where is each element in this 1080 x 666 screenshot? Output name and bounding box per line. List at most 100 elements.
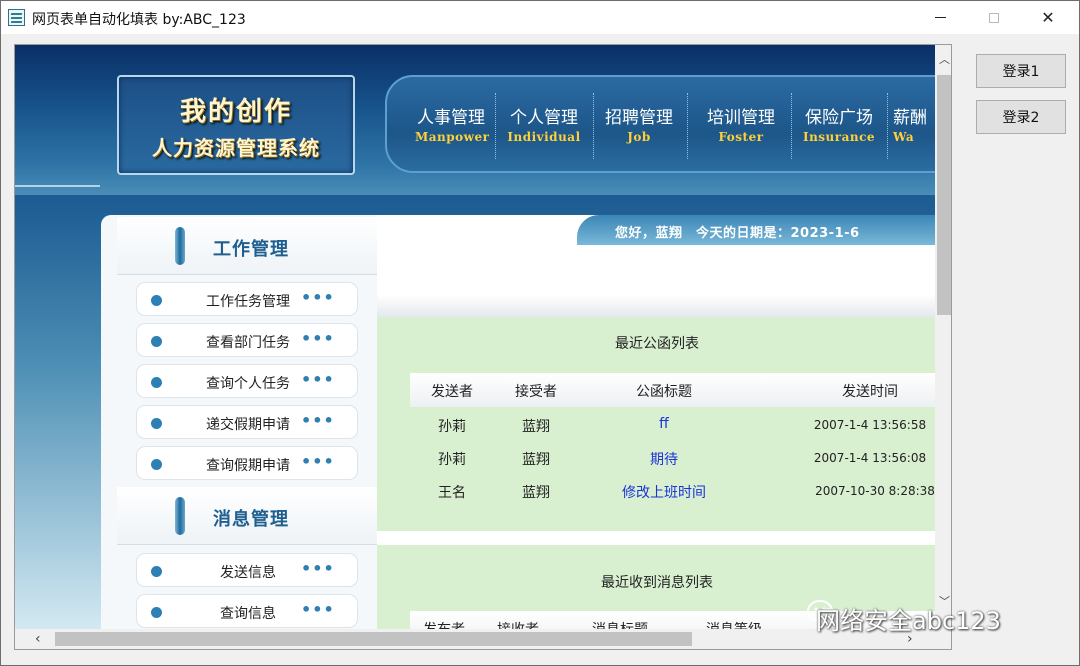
time-cell: 2007-1-4 13:56:08 (813, 451, 927, 465)
nav-label: 招聘管理 (605, 108, 673, 128)
login1-button[interactable]: 登录1 (976, 54, 1066, 88)
scroll-up-icon[interactable]: ︿ (939, 51, 950, 67)
nav-salary[interactable]: 薪酬 Wa (893, 103, 935, 144)
web-browser-view[interactable]: 我的创作 人力资源管理系统 人事管理 Manpower 个人管理 Individ… (14, 44, 952, 650)
nav-job[interactable]: 招聘管理 Job (599, 103, 679, 144)
system-logo: 我的创作 人力资源管理系统 (117, 75, 355, 175)
app-icon (8, 9, 25, 26)
sender-cell: 孙莉 (438, 419, 466, 435)
nav-sublabel: Manpower (415, 130, 490, 144)
sidebar-section-message: 消息管理 (117, 487, 377, 545)
column-header: 消息等级 (694, 619, 774, 629)
section-marker-icon (175, 227, 185, 265)
nav-insurance[interactable]: 保险广场 Insurance (797, 103, 881, 144)
greeting-text: 您好，蓝翔 今天的日期是：2023-1-6 (615, 226, 860, 241)
logo-line2: 人力资源管理系统 (152, 136, 320, 160)
notice-title-link[interactable]: 期待 (610, 449, 718, 469)
sidebar-item-work-task[interactable]: 工作任务管理 ••• (136, 282, 358, 316)
sidebar-item-dept-task[interactable]: 查看部门任务 ••• (136, 323, 358, 357)
section-title: 工作管理 (213, 239, 289, 260)
receiver-cell: 蓝翔 (522, 419, 550, 435)
receiver-cell: 蓝翔 (522, 452, 550, 468)
web-page: 我的创作 人力资源管理系统 人事管理 Manpower 个人管理 Individ… (15, 45, 935, 629)
app-window: 网页表单自动化填表 by:ABC_123 ✕ 我的创作 人力资源管理系统 人事管… (0, 0, 1080, 666)
nav-sublabel: Insurance (802, 130, 876, 144)
nav-label: 培训管理 (707, 108, 775, 128)
nav-sublabel: Wa (893, 130, 915, 144)
column-header: 发送者 (431, 384, 473, 400)
section-title: 消息管理 (213, 509, 289, 530)
vertical-scroll-thumb[interactable] (937, 75, 951, 315)
bullet-icon (151, 607, 162, 618)
time-cell: 2007-10-30 8:28:38 (815, 484, 935, 498)
column-header: 消息标题 (580, 619, 660, 629)
more-icon: ••• (301, 288, 335, 307)
logo-line1: 我的创作 (179, 97, 292, 127)
nav-label: 个人管理 (510, 108, 578, 128)
minimize-button[interactable] (917, 1, 963, 34)
sidebar-section-work: 工作管理 (117, 217, 377, 275)
notices-title: 最近公函列表 (615, 336, 699, 352)
minimize-icon (934, 17, 946, 18)
sidebar-item-query-leave[interactable]: 查询假期申请 ••• (136, 446, 358, 480)
nav-label: 人事管理 (417, 108, 485, 128)
close-button[interactable]: ✕ (1025, 1, 1071, 34)
sidebar-item-query-message[interactable]: 查询信息 ••• (136, 594, 358, 628)
nav-individual[interactable]: 个人管理 Individual (501, 103, 587, 144)
maximize-icon (989, 12, 999, 23)
bullet-icon (151, 295, 162, 306)
nav-manpower[interactable]: 人事管理 Manpower (415, 103, 490, 144)
time-cell: 2007-1-4 13:56:58 (813, 418, 927, 432)
sidebar-item-personal-task[interactable]: 查询个人任务 ••• (136, 364, 358, 398)
bullet-icon (151, 336, 162, 347)
horizontal-scroll-thumb[interactable] (55, 632, 692, 646)
sidebar-item-submit-leave[interactable]: 递交假期申请 ••• (136, 405, 358, 439)
nav-sublabel: Foster (718, 130, 764, 144)
top-navigation: 人事管理 Manpower 个人管理 Individual 招聘管理 Job 培… (385, 75, 935, 173)
receiver-cell: 蓝翔 (522, 485, 550, 501)
notice-title-link[interactable]: 修改上班时间 (610, 482, 718, 502)
column-header: 发布者 (410, 619, 478, 629)
more-icon: ••• (301, 329, 335, 348)
notice-title-link[interactable]: ff (610, 416, 718, 432)
bullet-icon (151, 566, 162, 577)
page-header: 我的创作 人力资源管理系统 人事管理 Manpower 个人管理 Individ… (15, 45, 935, 195)
column-header: 发送时间 (842, 384, 898, 400)
notices-table: 发送者 接受者 公函标题 发送时间 孙莉 蓝翔 ff 2007-1-4 13:5… (410, 373, 935, 531)
close-icon: ✕ (1041, 8, 1055, 27)
nav-foster[interactable]: 培训管理 Foster (699, 103, 783, 144)
scroll-left-icon[interactable]: ‹ (35, 631, 41, 647)
sidebar-item-send-message[interactable]: 发送信息 ••• (136, 553, 358, 587)
window-title: 网页表单自动化填表 by:ABC_123 (32, 12, 246, 28)
messages-title: 最近收到消息列表 (601, 575, 713, 591)
greeting-bar: 您好，蓝翔 今天的日期是：2023-1-6 (377, 215, 935, 245)
more-icon: ••• (301, 411, 335, 430)
column-header: 公函标题 (636, 384, 692, 400)
sender-cell: 王名 (438, 485, 466, 501)
title-bar: 网页表单自动化填表 by:ABC_123 ✕ (1, 1, 1079, 34)
vertical-scrollbar[interactable]: ︿ ﹀ (935, 45, 951, 629)
more-icon: ••• (301, 600, 335, 619)
login2-button[interactable]: 登录2 (976, 100, 1066, 134)
nav-label: 保险广场 (805, 108, 873, 128)
more-icon: ••• (301, 559, 335, 578)
table-header: 发送者 接受者 公函标题 发送时间 (410, 373, 935, 407)
bullet-icon (151, 377, 162, 388)
column-header: 接收者 (484, 619, 552, 629)
more-icon: ••• (301, 452, 335, 471)
maximize-button[interactable] (971, 1, 1017, 34)
column-header: 接受者 (515, 384, 557, 400)
bullet-icon (151, 459, 162, 470)
nav-sublabel: Job (627, 130, 651, 144)
bullet-icon (151, 418, 162, 429)
sidebar: 工作管理 工作任务管理 ••• 查看部门任务 ••• 查询个人任务 ••• 递交… (101, 215, 377, 629)
horizontal-scrollbar[interactable]: ‹ › (15, 629, 951, 649)
nav-sublabel: Individual (507, 130, 581, 144)
watermark-text: 网络安全abc123 (816, 607, 1001, 635)
sender-cell: 孙莉 (438, 452, 466, 468)
nav-label: 薪酬 (893, 108, 927, 128)
notices-panel: 最近公函列表 发送者 接受者 公函标题 发送时间 孙莉 蓝翔 ff 2007-1… (377, 317, 935, 531)
more-icon: ••• (301, 370, 335, 389)
main-content: 您好，蓝翔 今天的日期是：2023-1-6 最近公函列表 发送者 接受者 公函标… (377, 215, 935, 629)
section-marker-icon (175, 497, 185, 535)
